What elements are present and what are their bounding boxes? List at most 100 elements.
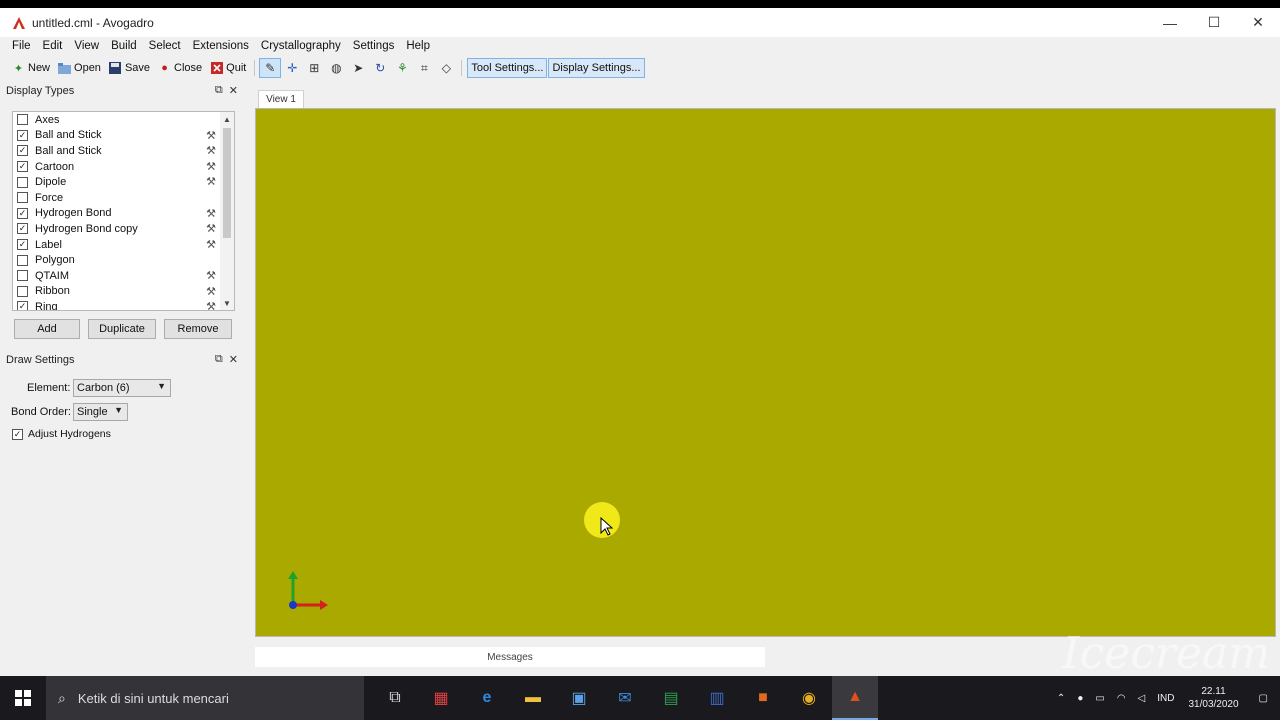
store-icon[interactable]: ▣ xyxy=(556,676,602,720)
display-type-checkbox[interactable]: ✓ xyxy=(17,145,28,157)
float-dock-icon[interactable]: ⧉ xyxy=(215,353,223,366)
close-dock-icon[interactable]: ✕ xyxy=(229,353,238,366)
align-tool-icon[interactable]: ◇ xyxy=(435,58,457,78)
menu-select[interactable]: Select xyxy=(143,40,187,52)
windows-start-icon[interactable] xyxy=(0,676,46,720)
file-explorer-icon[interactable]: ▬ xyxy=(510,676,556,720)
tab-view-1[interactable]: View 1 xyxy=(258,90,304,108)
wrench-settings-icon[interactable]: ⚒ xyxy=(206,129,216,142)
wrench-settings-icon[interactable]: ⚒ xyxy=(206,238,216,251)
display-type-row[interactable]: Axes xyxy=(13,112,234,128)
gift-app-icon[interactable]: ▦ xyxy=(418,676,464,720)
remove-button[interactable]: Remove xyxy=(164,319,232,339)
navigate-tool-icon[interactable]: ✛ xyxy=(281,58,303,78)
menu-extensions[interactable]: Extensions xyxy=(187,40,255,52)
draw-tool-pencil-icon[interactable]: ✎ xyxy=(259,58,282,78)
display-type-row[interactable]: ✓ Ring ⚒ xyxy=(13,299,234,310)
tool-settings-toggle[interactable]: Tool Settings... xyxy=(467,58,548,78)
adjust-hydrogens-option[interactable]: ✓ Adjust Hydrogens xyxy=(12,428,111,440)
display-type-checkbox[interactable]: ✓ xyxy=(17,301,28,310)
avogadro-taskbar-icon[interactable]: ▲ xyxy=(832,676,878,720)
wrench-settings-icon[interactable]: ⚒ xyxy=(206,207,216,220)
display-type-row[interactable]: Dipole ⚒ xyxy=(13,174,234,190)
battery-icon[interactable]: ▭ xyxy=(1095,693,1104,704)
display-type-row[interactable]: ✓ Ball and Stick ⚒ xyxy=(13,128,234,144)
scroll-thumb[interactable] xyxy=(223,128,231,238)
open-button[interactable]: Open xyxy=(54,58,105,78)
bond-order-select[interactable]: Single ▼ xyxy=(73,403,128,421)
display-type-checkbox[interactable]: ✓ xyxy=(17,161,28,173)
molecule-3d-viewport[interactable] xyxy=(255,108,1276,637)
wrench-settings-icon[interactable]: ⚒ xyxy=(206,285,216,298)
display-type-row[interactable]: Polygon xyxy=(13,252,234,268)
tray-chevron-up-icon[interactable]: ⌃ xyxy=(1057,693,1065,704)
new-button[interactable]: ✦ New xyxy=(8,58,54,78)
display-type-checkbox[interactable]: ✓ xyxy=(17,207,28,219)
task-view-icon[interactable]: ⧉ xyxy=(372,676,418,720)
manipulate-tool-icon[interactable]: ◍ xyxy=(325,58,347,78)
menu-edit[interactable]: Edit xyxy=(37,40,69,52)
close-window-button[interactable]: ✕ xyxy=(1236,8,1280,37)
close-dock-icon[interactable]: ✕ xyxy=(229,84,238,97)
duplicate-button[interactable]: Duplicate xyxy=(88,319,156,339)
element-select[interactable]: Carbon (6) ▼ xyxy=(73,379,171,397)
select-tool-arrow-icon[interactable]: ➤ xyxy=(347,58,369,78)
bond-centric-tool-icon[interactable]: ⊞ xyxy=(303,58,325,78)
microphone-icon[interactable]: ● xyxy=(1077,693,1083,704)
wrench-settings-icon[interactable]: ⚒ xyxy=(206,160,216,173)
language-indicator[interactable]: IND xyxy=(1157,693,1174,704)
media-app-icon[interactable]: ■ xyxy=(740,676,786,720)
float-dock-icon[interactable]: ⧉ xyxy=(215,84,223,97)
taskbar-search-box[interactable]: ⌕ Ketik di sini untuk mencari xyxy=(46,676,364,720)
wrench-settings-icon[interactable]: ⚒ xyxy=(206,144,216,157)
display-type-checkbox[interactable] xyxy=(17,285,28,297)
edge-browser-icon[interactable]: e xyxy=(464,676,510,720)
display-type-checkbox[interactable] xyxy=(17,114,28,126)
display-type-row[interactable]: ✓ Ball and Stick ⚒ xyxy=(13,143,234,159)
display-type-checkbox[interactable]: ✓ xyxy=(17,223,28,235)
scroll-down-icon[interactable]: ▼ xyxy=(220,296,234,310)
display-type-row[interactable]: QTAIM ⚒ xyxy=(13,268,234,284)
save-button[interactable]: Save xyxy=(105,58,154,78)
scroll-up-icon[interactable]: ▲ xyxy=(220,112,234,126)
wrench-settings-icon[interactable]: ⚒ xyxy=(206,175,216,188)
display-type-row[interactable]: ✓ Hydrogen Bond copy ⚒ xyxy=(13,221,234,237)
measure-tool-icon[interactable]: ⌗ xyxy=(413,58,435,78)
auto-rotate-tool-icon[interactable]: ↻ xyxy=(369,58,391,78)
display-type-row[interactable]: ✓ Label ⚒ xyxy=(13,237,234,253)
menu-view[interactable]: View xyxy=(68,40,105,52)
quit-button[interactable]: Quit xyxy=(206,58,250,78)
display-type-checkbox[interactable] xyxy=(17,270,28,282)
menu-crystallography[interactable]: Crystallography xyxy=(255,40,347,52)
wrench-settings-icon[interactable]: ⚒ xyxy=(206,222,216,235)
list-scrollbar[interactable]: ▲ ▼ xyxy=(220,112,234,310)
wifi-icon[interactable]: ◠ xyxy=(1117,693,1126,704)
menu-settings[interactable]: Settings xyxy=(347,40,401,52)
display-type-row[interactable]: ✓ Cartoon ⚒ xyxy=(13,159,234,175)
notifications-icon[interactable]: ▢ xyxy=(1259,693,1268,704)
add-button[interactable]: Add xyxy=(14,319,80,339)
wrench-settings-icon[interactable]: ⚒ xyxy=(206,269,216,282)
word-app-icon[interactable]: ▥ xyxy=(694,676,740,720)
mail-icon[interactable]: ✉ xyxy=(602,676,648,720)
chrome-browser-icon[interactable]: ◉ xyxy=(786,676,832,720)
auto-optimize-tool-icon[interactable]: ⚘ xyxy=(391,58,413,78)
display-type-row[interactable]: ✓ Hydrogen Bond ⚒ xyxy=(13,206,234,222)
adjust-hydrogens-checkbox[interactable]: ✓ xyxy=(12,428,23,440)
display-type-row[interactable]: Ribbon ⚒ xyxy=(13,284,234,300)
display-type-checkbox[interactable]: ✓ xyxy=(17,239,28,251)
menu-build[interactable]: Build xyxy=(105,40,143,52)
menu-help[interactable]: Help xyxy=(400,40,436,52)
display-type-checkbox[interactable] xyxy=(17,192,28,204)
menu-file[interactable]: File xyxy=(6,40,37,52)
display-type-checkbox[interactable] xyxy=(17,254,28,266)
display-type-checkbox[interactable]: ✓ xyxy=(17,129,28,141)
spreadsheet-app-icon[interactable]: ▤ xyxy=(648,676,694,720)
volume-icon[interactable]: ◁ xyxy=(1138,693,1146,704)
close-button[interactable]: ● Close xyxy=(154,58,206,78)
wrench-settings-icon[interactable]: ⚒ xyxy=(206,300,216,310)
minimize-button[interactable]: — xyxy=(1148,8,1192,37)
messages-panel[interactable]: Messages xyxy=(255,647,765,667)
display-type-row[interactable]: Force xyxy=(13,190,234,206)
maximize-button[interactable]: ☐ xyxy=(1192,8,1236,37)
